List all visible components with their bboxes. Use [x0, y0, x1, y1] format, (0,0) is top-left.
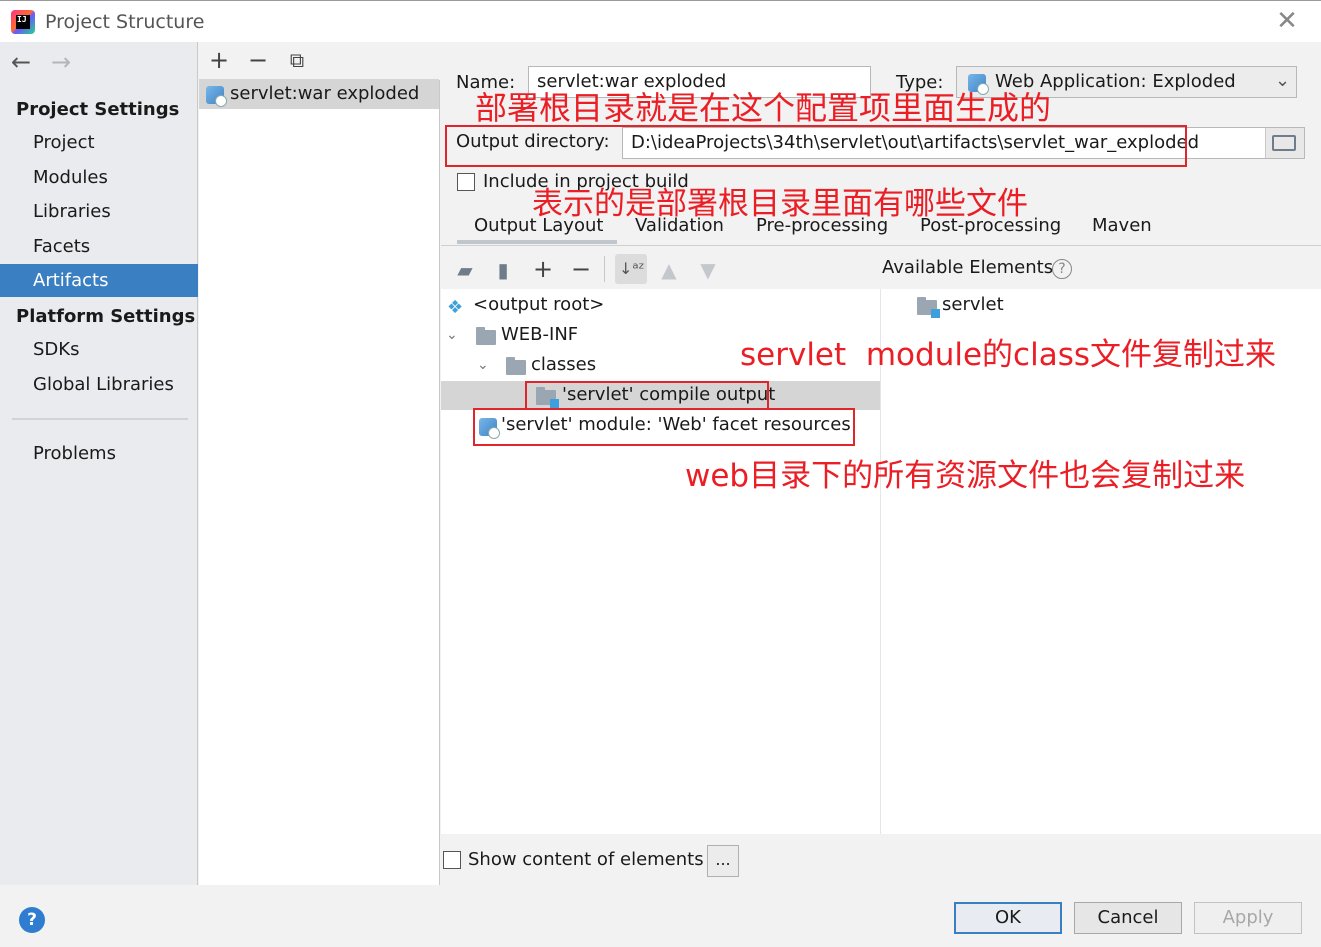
platform-settings-heading: Platform Settings [16, 306, 196, 327]
title-bar: IJ Project Structure ✕ [0, 0, 1321, 42]
chevron-down-icon: ⌄ [1275, 70, 1291, 91]
tab-maven[interactable]: Maven [1092, 215, 1152, 236]
annotation-box-output-dir [445, 125, 1187, 167]
tree-classes[interactable]: classes [531, 354, 596, 375]
annotation-contents: 表示的是部署根目录里面有哪些文件 [532, 186, 1028, 222]
project-settings-heading: Project Settings [16, 99, 180, 120]
show-content-options-button[interactable]: ... [707, 845, 739, 877]
tabs-divider [441, 245, 1321, 246]
sidebar-item-global-libraries[interactable]: Global Libraries [0, 368, 198, 401]
sidebar-item-problems[interactable]: Problems [0, 437, 198, 470]
sidebar-item-libraries[interactable]: Libraries [0, 195, 198, 228]
toolbar-separator [604, 256, 605, 282]
intellij-logo-mark-icon: IJ [16, 15, 30, 29]
annotation-web-copy: web目录下的所有资源文件也会复制过来 [685, 458, 1246, 494]
chevron-down-icon[interactable]: ⌄ [477, 357, 489, 373]
annotation-root-dir: 部署根目录就是在这个配置项里面生成的 [475, 89, 1052, 127]
remove-icon[interactable]: − [246, 48, 270, 72]
help-icon[interactable]: ? [19, 907, 45, 933]
help-circle-icon[interactable]: ? [1052, 259, 1072, 279]
sidebar-item-project[interactable]: Project [0, 126, 198, 159]
forward-arrow-icon[interactable]: → [51, 50, 71, 74]
apply-button[interactable]: Apply [1194, 902, 1302, 934]
output-root-icon: ❖ [447, 297, 464, 318]
web-artifact-icon [206, 86, 227, 107]
ok-button[interactable]: OK [954, 902, 1062, 934]
close-icon[interactable]: ✕ [1275, 8, 1299, 34]
available-elements-heading: Available Elements [882, 257, 1054, 278]
folder-icon [476, 327, 496, 345]
annotation-class-copy: servlet module的class文件复制过来 [740, 337, 1276, 373]
new-directory-icon[interactable]: ▰ [453, 258, 477, 282]
module-icon [917, 297, 940, 318]
annotation-box-compile-output [525, 381, 769, 410]
artifacts-toolbar [199, 42, 440, 80]
artifact-list-label: servlet:war exploded [230, 83, 420, 104]
sidebar-item-facets[interactable]: Facets [0, 230, 198, 263]
sidebar-item-sdks[interactable]: SDKs [0, 333, 198, 366]
annotation-box-facet-resources [473, 408, 855, 446]
remove-element-icon[interactable]: − [569, 257, 593, 281]
artifacts-list-panel [199, 42, 440, 885]
move-down-icon[interactable]: ▼ [696, 258, 720, 282]
folder-open-icon [1272, 135, 1296, 151]
back-arrow-icon[interactable]: ← [11, 50, 31, 74]
show-content-label: Show content of elements [468, 849, 704, 870]
add-copy-of-icon[interactable]: + [531, 257, 555, 281]
sidebar-divider [12, 418, 188, 420]
show-content-checkbox[interactable] [443, 851, 461, 869]
move-up-icon[interactable]: ▲ [657, 258, 681, 282]
create-archive-icon[interactable]: ▮ [491, 258, 515, 282]
include-in-build-checkbox[interactable] [457, 173, 475, 191]
available-servlet[interactable]: servlet [942, 294, 1004, 315]
add-icon[interactable]: + [207, 48, 231, 72]
folder-icon [506, 357, 526, 375]
chevron-down-icon[interactable]: ⌄ [446, 327, 458, 343]
cancel-button[interactable]: Cancel [1074, 902, 1182, 934]
sidebar-item-modules[interactable]: Modules [0, 161, 198, 194]
sort-alphabetically-icon[interactable]: ↓ᵃᶻ [619, 257, 645, 281]
window-title: Project Structure [45, 11, 205, 33]
tree-web-inf[interactable]: WEB-INF [501, 324, 578, 345]
tree-output-root[interactable]: <output root> [473, 294, 604, 315]
copy-icon[interactable]: ⧉ [285, 48, 309, 72]
sidebar-item-artifacts[interactable]: Artifacts [0, 264, 198, 297]
active-tab-indicator [457, 240, 617, 244]
